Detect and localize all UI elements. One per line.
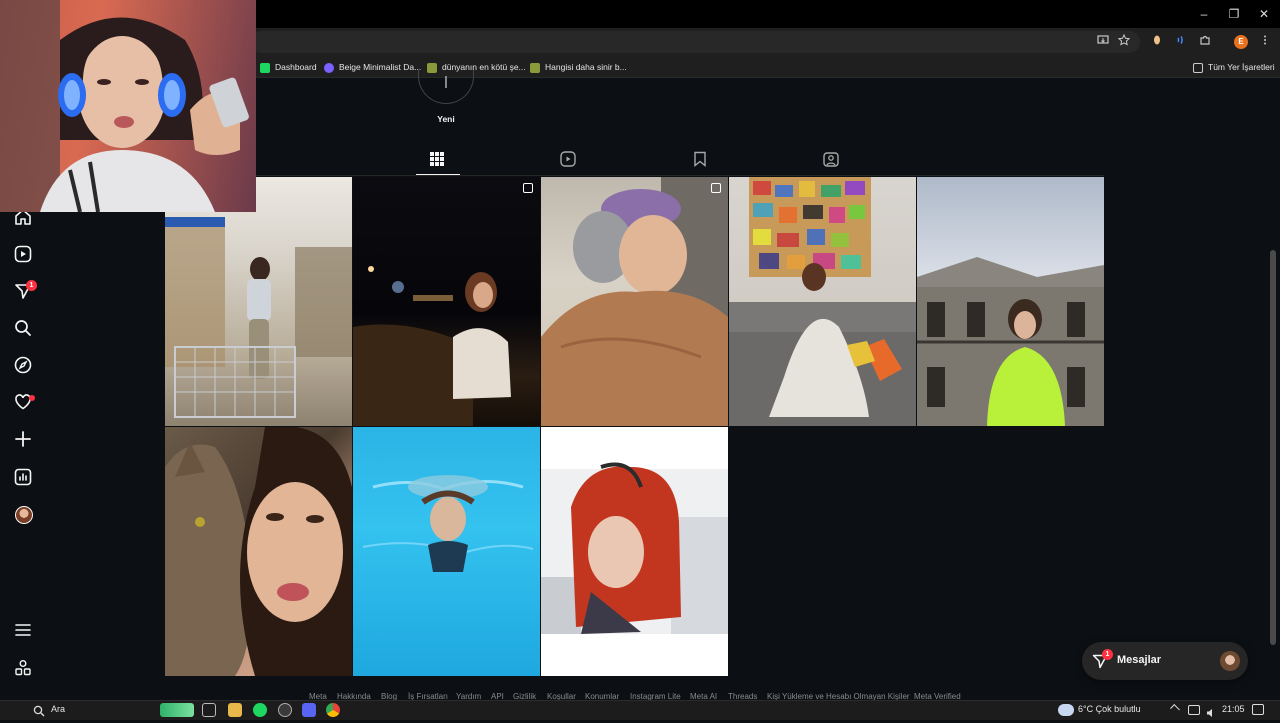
post-image <box>165 427 352 676</box>
tab-posts[interactable] <box>429 151 447 169</box>
new-highlight-label: Yeni <box>437 114 455 124</box>
tab-reels[interactable] <box>560 151 578 169</box>
bookmark-dashboard[interactable]: Dashboard <box>260 59 317 75</box>
post-image <box>353 266 511 426</box>
address-bar[interactable] <box>250 31 1140 53</box>
post-underwater[interactable] <box>353 427 540 676</box>
post-supermarket[interactable] <box>165 177 352 426</box>
bookmark-icon <box>694 151 706 167</box>
chrome-icon[interactable] <box>326 703 340 717</box>
profile-avatar[interactable] <box>15 506 33 524</box>
profile-avatar-button[interactable]: E <box>1234 35 1248 49</box>
multiple-photos-icon <box>523 183 533 193</box>
folder-icon <box>1193 62 1203 73</box>
explore-icon[interactable] <box>14 356 34 376</box>
post-image <box>541 177 728 426</box>
reels-icon[interactable] <box>14 245 34 265</box>
taskbar-search[interactable]: Ara <box>51 704 65 714</box>
tab-tagged[interactable] <box>823 151 841 169</box>
bookmark-beige-minimalist[interactable]: Beige Minimalist Da... <box>324 59 421 75</box>
tagged-icon <box>823 152 839 167</box>
bookmark-hangisi[interactable]: Hangisi daha sinir b... <box>530 59 627 75</box>
spotify-icon[interactable] <box>253 703 267 717</box>
close-window-button[interactable]: ✕ <box>1246 4 1280 24</box>
reels-icon <box>560 151 576 167</box>
discord-icon[interactable] <box>302 703 316 717</box>
post-image <box>362 475 534 572</box>
post-image <box>917 257 1104 426</box>
more-menu-icon[interactable] <box>14 621 34 641</box>
network-icon[interactable] <box>1188 705 1200 715</box>
post-image <box>165 217 352 418</box>
tabs-divider <box>256 175 1104 176</box>
menu-icon[interactable] <box>1256 33 1274 51</box>
tab-saved[interactable] <box>692 151 710 169</box>
widgets-icon[interactable] <box>160 703 194 717</box>
plus-icon <box>445 76 447 88</box>
weather-text[interactable]: 6°C Çok bulutlu <box>1078 704 1141 714</box>
messages-button[interactable]: 1 <box>1082 642 1248 680</box>
create-plus-icon[interactable] <box>14 430 34 450</box>
conversation-avatar <box>1220 651 1240 671</box>
messages-label: Mesajlar <box>1117 654 1162 666</box>
clock[interactable]: 21:05 <box>1222 704 1245 714</box>
file-explorer-icon[interactable] <box>228 703 242 717</box>
post-old-house[interactable] <box>917 177 1104 426</box>
extensions-puzzle-icon[interactable] <box>1196 33 1214 51</box>
webcam-overlay <box>0 0 256 212</box>
insights-icon[interactable] <box>14 468 34 488</box>
install-icon[interactable] <box>1094 33 1112 51</box>
star-icon[interactable] <box>1115 33 1133 51</box>
multiple-photos-icon <box>711 183 721 193</box>
bookmark-favicon <box>260 62 270 73</box>
bookmark-label: Beige Minimalist Da... <box>339 62 422 72</box>
page-scrollbar[interactable] <box>1270 250 1276 645</box>
post-night-sea[interactable] <box>353 177 540 426</box>
search-icon[interactable] <box>33 704 45 717</box>
post-red-hair[interactable] <box>541 427 728 676</box>
post-image <box>729 177 916 426</box>
post-collage-sofa[interactable] <box>729 177 916 426</box>
notification-center-icon[interactable] <box>1252 704 1264 715</box>
webcam-image <box>0 0 249 212</box>
active-tab-indicator <box>416 174 460 175</box>
app-icon[interactable] <box>278 703 292 717</box>
task-view-icon[interactable] <box>202 703 216 717</box>
all-bookmarks-folder[interactable]: Tüm Yer İşaretleri <box>1193 59 1275 75</box>
bookmark-label: Dashboard <box>275 62 317 72</box>
post-winter-blanket[interactable] <box>541 177 728 426</box>
bookmark-favicon <box>530 62 540 73</box>
volume-icon[interactable] <box>1206 705 1216 717</box>
post-cat-selfie[interactable] <box>165 427 352 676</box>
extension-icon-2[interactable] <box>1172 33 1190 51</box>
bookmark-label: Hangisi daha sinir b... <box>545 62 627 72</box>
grid-icon <box>430 152 444 166</box>
post-image <box>541 462 728 634</box>
bookmark-favicon <box>324 62 334 73</box>
search-icon[interactable] <box>14 319 34 339</box>
cloud-icon <box>1058 704 1074 716</box>
all-bookmarks-label: Tüm Yer İşaretleri <box>1208 62 1275 72</box>
messages-badge: 1 <box>1102 649 1113 660</box>
messenger-badge: 1 <box>26 280 37 291</box>
also-from-meta-icon[interactable] <box>14 659 34 679</box>
notification-dot <box>29 395 35 401</box>
extension-icon[interactable] <box>1148 33 1166 51</box>
